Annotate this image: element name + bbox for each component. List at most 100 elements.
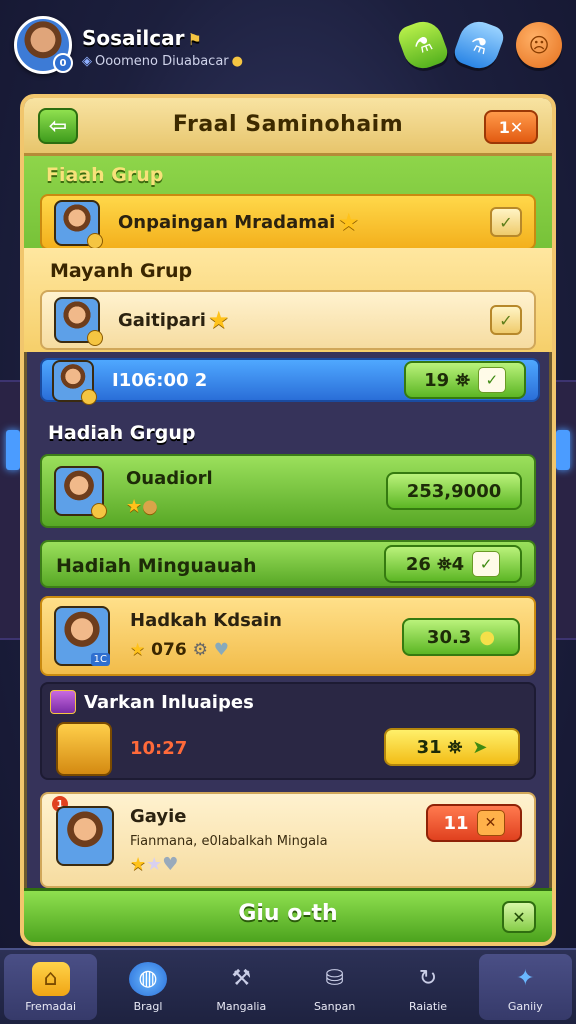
nav-label: Ganiiy (507, 999, 543, 1013)
section-varkan-inluaipes: Varkan Inluaipes 10:27 31 ⛯ ➤ (40, 682, 536, 780)
bag-icon: ● (142, 496, 158, 517)
footer-button[interactable]: Giu o-th (24, 901, 552, 926)
nav-item-tools[interactable]: ⚒ Mangalia (195, 950, 288, 1024)
section-label-4: Hadiah Minguauah (56, 555, 257, 577)
nav-item-globe[interactable]: ◍ Bragl (101, 950, 194, 1024)
gem-icon: ◈ (82, 54, 92, 69)
bolt-icon: ⚑ (187, 30, 202, 49)
value-text-8: 11 (443, 812, 469, 834)
green-potion-button[interactable]: ⚗ (395, 16, 451, 74)
star-icon: ★● (126, 496, 158, 517)
player-avatar[interactable]: 0 (14, 16, 73, 74)
emote-button[interactable]: ☹ (516, 22, 562, 68)
value-pill-6[interactable]: 30.3 ● (402, 618, 520, 656)
list-item-3[interactable]: I106:00 2 19 ⛯ ✓ (40, 358, 540, 405)
tools-icon: ⚒ (231, 966, 252, 991)
right-glow-decor (556, 430, 570, 470)
section-label-3: Hadiah Grgup (48, 422, 196, 444)
nav-label: Bragl (133, 999, 163, 1013)
main-panel: ⇦ Fraal Saminohaim 1✕ Fiaah Grup Onpaing… (20, 94, 556, 946)
gear-icon: ⚙ (192, 640, 208, 660)
avatar (54, 466, 107, 519)
row-sub-8: Fianmana, e0labalkah Mingala (130, 834, 328, 849)
badge-icon (81, 389, 97, 405)
nav-item-bag[interactable]: ⛁ Sanpan (288, 950, 381, 1024)
medal-icon: ★ (338, 208, 360, 236)
home-icon: ⌂ (31, 961, 70, 996)
top-bar: 0 Sosailcar ⚑ ◈ Ooomeno Diuabacar ● ⚗ ⚗ ☹ (0, 0, 576, 88)
avatar (56, 806, 114, 866)
value-pill-3[interactable]: 19 ⛯ ✓ (404, 361, 526, 399)
nav-item-refresh[interactable]: ↻ Raiatie (381, 950, 474, 1024)
value-text-7: 31 ⛯ (416, 736, 463, 758)
player-name-text: Sosailcar (82, 26, 185, 50)
check-button-2[interactable]: ✓ (490, 305, 522, 335)
arrow-icon: ➤ (472, 736, 488, 758)
chest-icon (56, 722, 112, 776)
panel-title: Fraal Saminohaim (172, 112, 404, 137)
value-pill-7[interactable]: 31 ⛯ ➤ (384, 728, 520, 766)
row-label-8: Gayie (130, 806, 187, 827)
avatar (54, 200, 103, 249)
green-potion-icon: ⚗ (410, 30, 436, 60)
shield-icon: ♥ (162, 854, 179, 875)
shield-icon: ♥ (213, 640, 230, 660)
row-label-4: Ouadiorl (126, 468, 213, 489)
value-pill-4[interactable]: 253,9000 (386, 472, 522, 510)
star-icon: ★ (130, 854, 147, 875)
blue-potion-button[interactable]: ⚗ (451, 16, 507, 74)
value-text-3: 19 ⛯ (424, 369, 470, 391)
stars: ★★♥ (130, 854, 178, 875)
list-item-1[interactable]: Onpaingan Mradamai ★ ✓ (40, 194, 536, 250)
list-item-6[interactable]: 1C Hadkah Kdsain ★ 076 ⚙ ♥ 30.3 ● (40, 596, 536, 676)
level-badge: 1C (90, 653, 110, 666)
refresh-icon: ↻ (418, 966, 438, 991)
nav-label: Raiatie (408, 999, 448, 1013)
emote-icon: ☹ (528, 33, 550, 57)
player-subtext: ◈ Ooomeno Diuabacar ● (82, 54, 243, 69)
row-label-2: Gaitipari (118, 310, 206, 331)
badge-icon (87, 233, 103, 249)
list-item-8[interactable]: 1 Gayie Fianmana, e0labalkah Mingala ★★♥… (40, 792, 536, 888)
rating-text: 076 (151, 640, 187, 660)
panel-footer: Giu o-th ✕ (24, 888, 552, 942)
star-icon: ★ (208, 306, 230, 334)
close-button[interactable]: 1✕ (484, 110, 538, 144)
player-subtext-text: Ooomeno Diuabacar (95, 54, 229, 69)
coin-icon: ● (479, 626, 496, 648)
row-label-3: I106:00 2 (112, 370, 208, 391)
list-item-2[interactable]: Gaitipari ★ ✓ (40, 290, 536, 350)
value-pill-5[interactable]: 26 ⛯4 ✓ (384, 545, 522, 583)
nav-label: Fremadai (25, 999, 77, 1013)
badge-icon (87, 330, 103, 346)
nav-item-home[interactable]: ⌂ Fremadai (4, 954, 98, 1020)
left-wall-decor (0, 380, 22, 640)
bag-icon: ⛁ (325, 966, 344, 991)
section-hadiah-minguauah: Hadiah Minguauah 26 ⛯4 ✓ (40, 540, 536, 588)
row-label-1: Onpaingan Mradamai (118, 212, 336, 233)
gamepad-icon: ✦ (516, 966, 535, 991)
value-text-6: 30.3 (426, 626, 472, 648)
nav-label: Mangalia (216, 999, 267, 1013)
list-item-4[interactable]: Ouadiorl ★● 253,9000 (40, 454, 536, 528)
value-text-4: 253,9000 (406, 480, 502, 502)
check-icon: ✓ (472, 551, 501, 577)
bottom-nav: ⌂ Fremadai ◍ Bragl ⚒ Mangalia ⛁ Sanpan ↻… (0, 948, 576, 1024)
rating: ★ 076 ⚙ ♥ (130, 640, 229, 660)
avatar (52, 360, 97, 405)
avatar (54, 297, 103, 346)
panel-header: ⇦ Fraal Saminohaim 1✕ (24, 98, 552, 156)
check-icon: ✓ (477, 367, 506, 393)
coin-icon: ● (231, 54, 243, 69)
row-label-7: 10:27 (130, 738, 188, 759)
footer-close-button[interactable]: ✕ (502, 901, 536, 933)
nav-label: Sanpan (313, 999, 356, 1013)
close-icon: ✕ (476, 810, 505, 836)
check-button-1[interactable]: ✓ (490, 207, 522, 237)
star-empty-icon: ★ (146, 854, 163, 875)
value-pill-8[interactable]: 11 ✕ (426, 804, 522, 842)
section-label-5: Varkan Inluaipes (84, 692, 254, 713)
nav-item-game[interactable]: ✦ Ganiiy (478, 954, 572, 1020)
value-text-5: 26 ⛯4 (405, 553, 465, 575)
section-label-2: Mayanh Grup (50, 260, 193, 282)
